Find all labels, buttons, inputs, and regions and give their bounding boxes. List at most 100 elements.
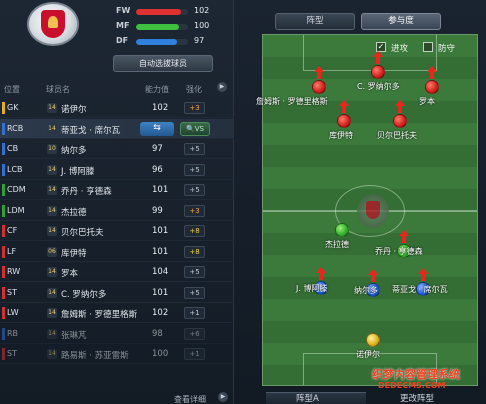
table-row[interactable]: CB 10 纳尔多 97 +5 xyxy=(0,139,234,159)
kit-number: 14 xyxy=(47,287,57,298)
stat-fill xyxy=(136,39,177,45)
player-marker-label: J. 博阿滕 xyxy=(296,284,328,293)
kit-number: 10 xyxy=(47,144,57,154)
player-marker-label: 库伊特 xyxy=(329,131,353,140)
player-name: C. 罗纳尔多 xyxy=(61,289,107,300)
compare-vs-button[interactable]: 🔍VS xyxy=(180,121,210,136)
position-stripe xyxy=(2,184,5,196)
table-row[interactable]: LF 06 库伊特 101 +8 xyxy=(0,242,234,262)
header-rating: 能力值 xyxy=(145,85,169,94)
position-stripe xyxy=(2,266,5,278)
table-row[interactable]: RCB 14 蒂亚戈 · 席尔瓦 ⇆ 🔍VS xyxy=(0,118,234,139)
table-row[interactable]: LW 14 詹姆斯 · 罗德里格斯 102 +1 xyxy=(0,303,234,323)
strengthen-badge: +5 xyxy=(184,163,205,176)
position: LDM xyxy=(7,205,25,215)
stat-fill xyxy=(136,9,181,15)
position: ST xyxy=(7,287,17,297)
defense-checkbox[interactable] xyxy=(423,42,433,52)
rating: 101 xyxy=(152,226,169,236)
strengthen-badge: +3 xyxy=(184,102,205,114)
position: RB xyxy=(7,328,19,338)
stat-df: DF 97 xyxy=(116,36,205,45)
rating: 102 xyxy=(152,308,169,318)
position: LCB xyxy=(7,164,23,174)
kit-number: 14 xyxy=(47,123,57,134)
advance-arrow-icon xyxy=(316,267,326,281)
player-marker[interactable] xyxy=(366,333,380,347)
squad-panel: FW 102 MF 100 DF 97 自动选拔球员 位置 球员名 能力值 强化… xyxy=(0,0,234,404)
rating: 99 xyxy=(152,205,163,216)
position: CB xyxy=(7,144,19,153)
position: RW xyxy=(7,267,21,276)
tab-participation[interactable]: 参与度 xyxy=(361,13,441,30)
kit-number: 14 xyxy=(47,349,57,359)
advance-arrow-icon xyxy=(399,230,409,244)
player-name: 纳尔多 xyxy=(61,146,87,156)
table-header: 位置 球员名 能力值 强化 xyxy=(0,82,234,96)
player-marker-label: 乔丹 · 亨德森 xyxy=(375,247,423,256)
position: CF xyxy=(7,226,18,235)
player-marker-label: C. 罗纳尔多 xyxy=(357,82,400,91)
strengthen-badge: +6 xyxy=(184,327,205,340)
kit-number: 14 xyxy=(47,226,57,236)
swap-button[interactable]: ⇆ xyxy=(140,121,174,136)
position-stripe xyxy=(2,204,5,217)
player-marker[interactable] xyxy=(425,80,439,94)
position: LW xyxy=(7,308,19,317)
position-stripe xyxy=(2,307,5,319)
advance-arrow-icon xyxy=(418,268,428,282)
kit-number: 14 xyxy=(47,164,57,175)
player-marker[interactable] xyxy=(393,114,407,128)
attack-label: 进攻 xyxy=(391,44,409,54)
position: GK xyxy=(7,103,19,112)
table-row[interactable]: ST 14 路易斯 · 苏亚雷斯 100 +1 xyxy=(0,344,234,364)
scroll-right-icon[interactable]: ▶ xyxy=(217,82,227,92)
player-marker[interactable] xyxy=(335,223,349,237)
player-marker-label: 纳尔多 xyxy=(354,286,378,295)
table-row[interactable]: RB 14 张琳芃 98 +6 xyxy=(0,324,234,344)
formation-a-tab[interactable]: 阵型A xyxy=(296,392,319,404)
player-marker-label: 詹姆斯 · 罗德里格斯 xyxy=(256,97,328,106)
position-stripe xyxy=(2,327,5,340)
table-row[interactable]: CDM 14 乔丹 · 亨德森 101 +5 xyxy=(0,180,234,200)
kit-number: 06 xyxy=(47,246,57,257)
player-name: 罗本 xyxy=(61,269,79,279)
stat-mf: MF 100 xyxy=(116,21,210,30)
view-detail-link[interactable]: 查看详细 xyxy=(174,394,206,404)
strengthen-badge: +8 xyxy=(184,225,205,237)
player-marker[interactable] xyxy=(337,114,351,128)
table-row[interactable]: CF 14 贝尔巴托夫 101 +8 xyxy=(0,221,234,241)
strengthen-badge: +5 xyxy=(184,184,205,196)
auto-select-button[interactable]: 自动选拔球员 xyxy=(113,55,213,72)
tab-formation[interactable]: 阵型 xyxy=(275,13,355,30)
header-name: 球员名 xyxy=(46,85,70,94)
advance-arrow-icon xyxy=(339,100,349,114)
advance-arrow-icon xyxy=(395,100,405,114)
player-name: 库伊特 xyxy=(61,248,87,259)
position: ST xyxy=(7,349,17,358)
strengthen-badge: +5 xyxy=(184,266,205,278)
rating: 102 xyxy=(152,103,169,113)
change-formation-button[interactable]: 更改阵型 xyxy=(400,392,434,404)
table-row[interactable]: LCB 14 J. 博阿滕 96 +5 xyxy=(0,160,234,180)
player-marker[interactable] xyxy=(312,80,326,94)
table-row[interactable]: GK 14 诺伊尔 102 +3 xyxy=(0,98,234,118)
rating: 100 xyxy=(152,349,169,359)
table-row[interactable]: LDM 14 杰拉德 99 +3 xyxy=(0,201,234,221)
position-stripe xyxy=(2,102,5,114)
table-row[interactable]: ST 14 C. 罗纳尔多 101 +5 xyxy=(0,283,234,303)
advance-arrow-icon xyxy=(314,66,324,80)
kit-number: 14 xyxy=(47,185,57,195)
liverpool-crest-icon xyxy=(27,2,79,46)
strengthen-badge: +3 xyxy=(184,204,205,217)
table-row[interactable]: RW 14 罗本 104 +5 xyxy=(0,262,234,282)
rating: 104 xyxy=(152,267,169,277)
player-name: 路易斯 · 苏亚雷斯 xyxy=(61,351,129,361)
header-strengthen: 强化 xyxy=(186,85,202,94)
detail-arrow-icon[interactable]: ▶ xyxy=(218,392,228,402)
rating: 98 xyxy=(152,328,163,339)
position: RCB xyxy=(7,123,24,133)
strengthen-badge: +1 xyxy=(184,307,205,319)
player-name: 蒂亚戈 · 席尔瓦 xyxy=(61,125,121,136)
player-marker[interactable] xyxy=(371,65,385,79)
